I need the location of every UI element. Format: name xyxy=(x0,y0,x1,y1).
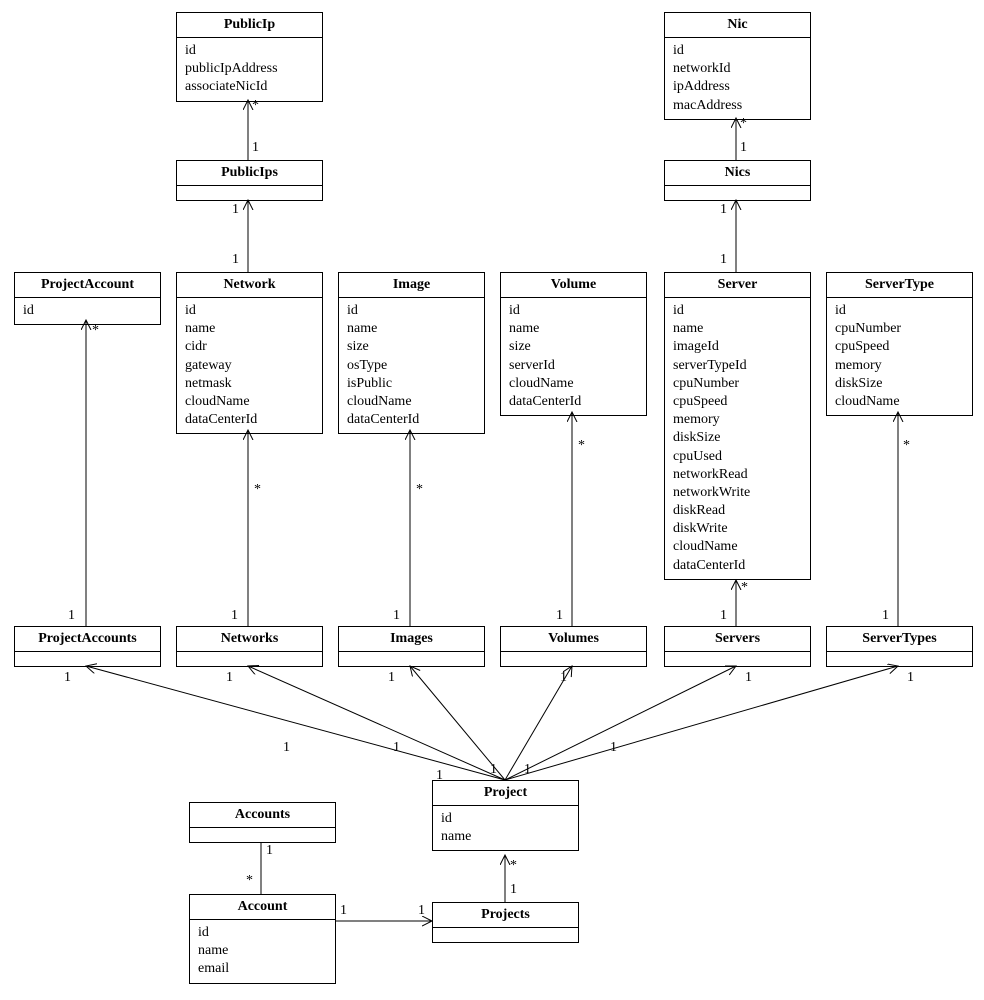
mult-label: * xyxy=(254,482,261,498)
mult-label: 1 xyxy=(393,608,400,624)
mult-label: 1 xyxy=(393,740,400,756)
class-networks: Networks xyxy=(176,626,323,667)
mult-label: 1 xyxy=(882,608,889,624)
class-title: Networks xyxy=(177,627,322,652)
mult-label: 1 xyxy=(226,670,233,686)
mult-label: 1 xyxy=(720,608,727,624)
class-volumes: Volumes xyxy=(500,626,647,667)
class-attrs: id name xyxy=(433,806,578,850)
class-image: Image id name size osType isPublic cloud… xyxy=(338,272,485,434)
class-volume: Volume id name size serverId cloudName d… xyxy=(500,272,647,416)
class-title: ProjectAccount xyxy=(15,273,160,298)
class-attrs: id networkId ipAddress macAddress xyxy=(665,38,810,119)
class-title: Accounts xyxy=(190,803,335,828)
class-title: Servers xyxy=(665,627,810,652)
class-publicip: PublicIp id publicIpAddress associateNic… xyxy=(176,12,323,102)
class-attrs: id name email xyxy=(190,920,335,983)
mult-label: 1 xyxy=(340,903,347,919)
class-title: Project xyxy=(433,781,578,806)
class-title: ServerTypes xyxy=(827,627,972,652)
mult-label: 1 xyxy=(490,762,497,778)
class-server: Server id name imageId serverTypeId cpuN… xyxy=(664,272,811,580)
class-projectaccounts: ProjectAccounts xyxy=(14,626,161,667)
class-title: Volumes xyxy=(501,627,646,652)
class-title: Nic xyxy=(665,13,810,38)
mult-label: * xyxy=(903,438,910,454)
mult-label: 1 xyxy=(232,202,239,218)
class-title: Nics xyxy=(665,161,810,186)
class-account: Account id name email xyxy=(189,894,336,984)
class-images: Images xyxy=(338,626,485,667)
class-network: Network id name cidr gateway netmask clo… xyxy=(176,272,323,434)
class-servertypes: ServerTypes xyxy=(826,626,973,667)
class-servers: Servers xyxy=(664,626,811,667)
mult-label: 1 xyxy=(68,608,75,624)
class-attrs: id name size osType isPublic cloudName d… xyxy=(339,298,484,433)
mult-label: 1 xyxy=(436,768,443,784)
class-projects: Projects xyxy=(432,902,579,943)
mult-label: 1 xyxy=(231,608,238,624)
class-title: Projects xyxy=(433,903,578,928)
class-project: Project id name xyxy=(432,780,579,851)
mult-label: * xyxy=(246,873,253,889)
mult-label: 1 xyxy=(610,740,617,756)
mult-label: * xyxy=(578,438,585,454)
mult-label: * xyxy=(252,98,259,114)
class-attrs: id cpuNumber cpuSpeed memory diskSize cl… xyxy=(827,298,972,415)
class-title: Server xyxy=(665,273,810,298)
mult-label: 1 xyxy=(907,670,914,686)
class-title: ProjectAccounts xyxy=(15,627,160,652)
class-title: Images xyxy=(339,627,484,652)
mult-label: 1 xyxy=(720,252,727,268)
mult-label: * xyxy=(416,482,423,498)
mult-label: * xyxy=(92,323,99,339)
mult-label: 1 xyxy=(720,202,727,218)
mult-label: 1 xyxy=(266,843,273,859)
mult-label: 1 xyxy=(510,882,517,898)
class-title: Image xyxy=(339,273,484,298)
mult-label: 1 xyxy=(745,670,752,686)
class-accounts: Accounts xyxy=(189,802,336,843)
mult-label: * xyxy=(740,116,747,132)
class-title: Account xyxy=(190,895,335,920)
class-title: PublicIps xyxy=(177,161,322,186)
mult-label: 1 xyxy=(252,140,259,156)
class-title: Volume xyxy=(501,273,646,298)
mult-label: 1 xyxy=(560,670,567,686)
mult-label: 1 xyxy=(556,608,563,624)
class-nics: Nics xyxy=(664,160,811,201)
class-publicips: PublicIps xyxy=(176,160,323,201)
class-attrs: id publicIpAddress associateNicId xyxy=(177,38,322,101)
mult-label: 1 xyxy=(283,740,290,756)
class-nic: Nic id networkId ipAddress macAddress xyxy=(664,12,811,120)
class-servertype: ServerType id cpuNumber cpuSpeed memory … xyxy=(826,272,973,416)
mult-label: 1 xyxy=(64,670,71,686)
class-attrs: id name size serverId cloudName dataCent… xyxy=(501,298,646,415)
mult-label: 1 xyxy=(418,903,425,919)
mult-label: 1 xyxy=(232,252,239,268)
mult-label: 1 xyxy=(524,762,531,778)
class-title: Network xyxy=(177,273,322,298)
mult-label: 1 xyxy=(740,140,747,156)
mult-label: * xyxy=(741,580,748,596)
class-title: ServerType xyxy=(827,273,972,298)
class-attrs: id name cidr gateway netmask cloudName d… xyxy=(177,298,322,433)
class-projectaccount: ProjectAccount id xyxy=(14,272,161,325)
mult-label: * xyxy=(510,858,517,874)
class-title: PublicIp xyxy=(177,13,322,38)
class-attrs: id name imageId serverTypeId cpuNumber c… xyxy=(665,298,810,579)
mult-label: 1 xyxy=(388,670,395,686)
class-attrs: id xyxy=(15,298,160,324)
